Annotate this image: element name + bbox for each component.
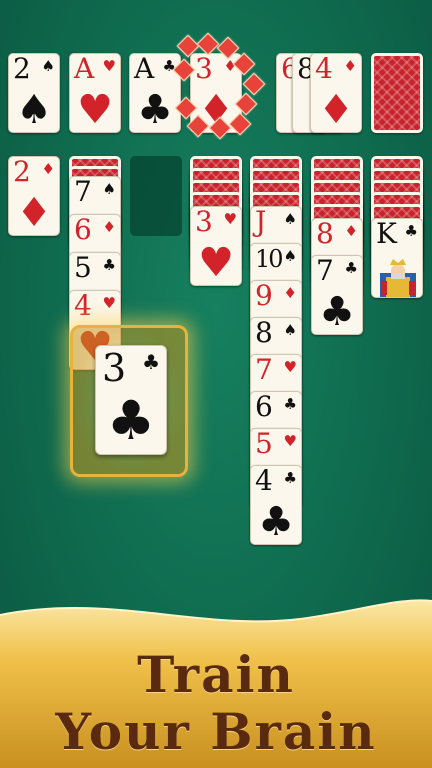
spade-icon: ♠ (283, 321, 297, 339)
heart-icon: ♥ (223, 210, 237, 228)
tableau-col7-card-K[interactable]: K ♣ (371, 218, 423, 298)
club-icon: ♣ (404, 222, 418, 240)
card-rank: 4 (315, 53, 333, 85)
stock-pile[interactable] (371, 53, 423, 133)
club-icon: ♣ (142, 350, 160, 374)
card-rank: 6 (255, 391, 273, 423)
card-rank: 7 (255, 354, 273, 386)
spade-icon: ♠ (41, 57, 55, 75)
card-rank: 4 (74, 290, 92, 322)
club-icon: ♣ (137, 87, 173, 133)
heart-icon: ♥ (77, 87, 113, 133)
dragged-card[interactable]: 3 ♣ ♣ (95, 345, 167, 455)
card-rank: 8 (255, 317, 273, 349)
heart-icon: ♥ (102, 57, 116, 75)
card-rank: 2 (13, 53, 31, 85)
card-rank: 3 (102, 346, 127, 390)
spade-icon: ♠ (283, 210, 297, 228)
heart-icon: ♥ (283, 358, 297, 376)
club-icon: ♣ (258, 499, 294, 545)
card-rank: A (74, 53, 95, 85)
waste-top-card[interactable]: 4 ♦ ♦ (310, 53, 362, 133)
tableau-col3-empty-slot[interactable] (130, 156, 182, 236)
tableau-col1-card[interactable]: 2 ♦ ♦ (8, 156, 60, 236)
diamond-icon: ♦ (41, 160, 55, 178)
card-rank: 10 (255, 245, 284, 273)
spade-icon: ♠ (283, 247, 297, 265)
heart-icon: ♥ (198, 240, 234, 286)
card-rank: 9 (255, 280, 273, 312)
club-icon: ♣ (106, 389, 156, 452)
card-rank: 3 (195, 53, 213, 85)
card-rank: J (255, 206, 267, 238)
banner-title-line2: Your Brain (55, 702, 377, 761)
card-rank: 5 (255, 428, 273, 460)
diamond-icon: ♦ (318, 87, 354, 133)
card-rank: 4 (255, 465, 273, 497)
spade-icon: ♠ (102, 180, 116, 198)
club-icon: ♣ (283, 395, 297, 413)
diamond-icon: ♦ (16, 190, 52, 236)
foundation-1[interactable]: 2 ♠ ♠ (8, 53, 60, 133)
tableau-col6-card-7[interactable]: 7 ♣ ♣ (311, 255, 363, 335)
card-rank: 5 (74, 252, 92, 284)
club-icon: ♣ (344, 259, 358, 277)
king-portrait-icon (380, 259, 416, 297)
club-icon: ♣ (319, 289, 355, 335)
card-rank: 3 (195, 206, 213, 238)
diamond-icon: ♦ (283, 284, 297, 302)
card-rank: 8 (316, 218, 334, 250)
heart-icon: ♥ (102, 294, 116, 312)
diamond-icon: ♦ (343, 57, 357, 75)
foundation-3[interactable]: A ♣ ♣ (129, 53, 181, 133)
card-rank: 7 (74, 176, 92, 208)
card-rank: K (376, 218, 397, 250)
card-rank: 2 (13, 156, 31, 188)
club-icon: ♣ (102, 256, 116, 274)
banner-title-line1: Train (137, 645, 295, 704)
diamond-icon: ♦ (102, 218, 116, 236)
tableau-col4-card-3[interactable]: 3 ♥ ♥ (190, 206, 242, 286)
card-rank: 6 (74, 214, 92, 246)
diamond-icon: ♦ (344, 222, 358, 240)
club-icon: ♣ (283, 469, 297, 487)
foundation-2[interactable]: A ♥ ♥ (69, 53, 121, 133)
card-rank: A (134, 53, 155, 85)
card-rank: 7 (316, 255, 334, 287)
tableau-col5-card-4[interactable]: 4 ♣ ♣ (250, 465, 302, 545)
heart-icon: ♥ (283, 432, 297, 450)
spade-icon: ♠ (16, 87, 52, 133)
diamond-sparkle-icon (196, 32, 220, 56)
